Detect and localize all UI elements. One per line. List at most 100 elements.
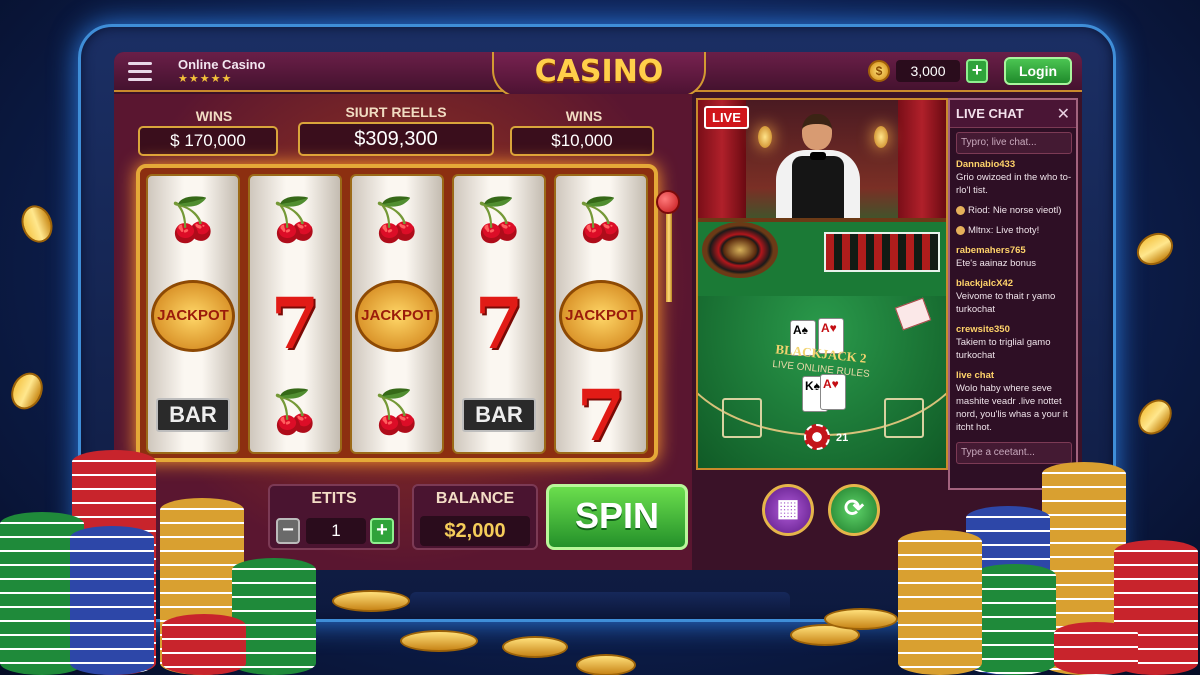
bar-symbol: BAR [454, 380, 544, 432]
floating-coin-icon [1131, 226, 1179, 272]
brand-name: Online Casino [178, 57, 266, 72]
chip-icon [804, 424, 830, 450]
coin-icon [400, 630, 478, 652]
cherry-icon: 🍒 [166, 196, 220, 243]
live-blackjack-stream[interactable]: A♠ A♥ BLACKJACK 2 LIVE ONLINE RULES K♠ A… [698, 296, 946, 468]
menu-icon[interactable] [128, 62, 152, 82]
roulette-wheel-icon [702, 222, 778, 278]
chat-username: live chat [956, 370, 995, 381]
chip-stack [70, 526, 154, 675]
balance-value: $2,000 [420, 516, 530, 546]
chip-stack [972, 564, 1056, 675]
table-games-button[interactable]: ▦ [762, 484, 814, 536]
login-button[interactable]: Login [1004, 57, 1072, 85]
page-title: CASINO [492, 52, 706, 98]
coin-icon [332, 590, 410, 612]
coin-icon [824, 608, 898, 630]
chat-search-input[interactable]: Typro; live chat... [956, 132, 1072, 154]
tablet-stand [410, 592, 790, 618]
live-badge: LIVE [704, 106, 749, 129]
cherry-icon: 🍒 [268, 196, 322, 243]
live-dealer-area: LIVE A♠ A♥ BLACKJACK 2 LIVE ONLINE RULES… [696, 98, 948, 470]
bet-value[interactable]: 1 [306, 518, 366, 544]
bar-label: BAR [156, 398, 230, 432]
wins-value-2: $10,000 [510, 126, 654, 156]
bets-label: ETITS [311, 490, 357, 507]
chat-text: Grio owizoed in the who to-rlo'l tist. [956, 172, 1072, 196]
chat-title: LIVE CHAT [956, 106, 1024, 121]
chat-message: Riod: Nie norse vieotl) [956, 204, 1074, 217]
chat-username: crewsite350 [956, 324, 1010, 335]
chip-stack [162, 614, 246, 675]
wins-label: WINS [195, 108, 233, 124]
lever-rod [666, 212, 672, 302]
bet-decrease-button[interactable]: − [276, 518, 300, 544]
chat-text: Riod: Nie norse vieotl) [968, 205, 1062, 216]
chat-username: blackjalcX42 [956, 278, 1014, 289]
refresh-icon: ⟳ [843, 495, 865, 522]
roulette-betting-grid [824, 232, 940, 272]
chat-header: LIVE CHAT ✕ [950, 100, 1076, 128]
lamp-icon [758, 126, 772, 148]
bar-symbol: BAR [148, 380, 238, 432]
chip-count: 21 [836, 432, 849, 444]
live-roulette-stream[interactable]: LIVE [698, 100, 946, 296]
player-card: A♥ [820, 374, 846, 410]
app-screen: Online Casino ★★★★★ $ 3,000 + Login CASI… [114, 52, 1082, 570]
bar-label: BAR [462, 398, 536, 432]
bet-box[interactable] [722, 398, 762, 438]
chat-text: Mltnx: Live thoty! [968, 225, 1040, 236]
chat-messages: Dannabio433 Grio owizoed in the who to-rl… [956, 158, 1074, 441]
cherry-icon: 🍒 [370, 196, 424, 243]
grid-icon: ▦ [776, 495, 800, 522]
wins-value: $ 170,000 [138, 126, 278, 156]
rating-stars: ★★★★★ [178, 73, 233, 85]
floating-coin-icon [5, 367, 49, 415]
reel: 🍒 7 🍒 [248, 174, 342, 454]
bowtie-icon [810, 152, 826, 160]
reel: 🍒 JACKPOT 7 [554, 174, 648, 457]
jackpot-symbol: JACKPOT [352, 280, 442, 360]
reels-label: SIURT REELLS [345, 104, 447, 120]
chat-text: Wolo haby where seve mashite veadr .live… [956, 383, 1068, 433]
bet-box[interactable] [884, 398, 924, 438]
wins-label-2: WINS [565, 108, 603, 124]
add-coins-button[interactable]: + [966, 59, 988, 83]
chat-username: Dannabio433 [956, 159, 1016, 170]
balance-label: BALANCE [435, 490, 515, 507]
chat-message: blackjalcX42 Veivome to thait r yamo turk… [956, 277, 1074, 316]
jackpot-label: JACKPOT [559, 280, 643, 352]
reel: 🍒 7 BAR [452, 174, 546, 454]
close-icon[interactable]: ✕ [1057, 104, 1070, 124]
cherry-icon: 🍒 [472, 196, 526, 243]
seven-symbol: 7 [576, 374, 626, 457]
refresh-button[interactable]: ⟳ [828, 484, 880, 536]
chat-text: Veivome to thait r yamo turkochat [956, 291, 1056, 315]
chat-message: live chat Wolo haby where seve mashite ve… [956, 369, 1074, 434]
chip-stack [898, 530, 982, 675]
avatar-icon [956, 225, 965, 235]
dealer-head [802, 114, 832, 150]
seven-symbol: 7 [474, 282, 524, 365]
coin-balance: 3,000 [896, 60, 960, 82]
floating-coin-icon [1131, 392, 1179, 442]
curtain-right [898, 100, 946, 220]
spin-lever[interactable] [656, 190, 680, 214]
spin-button[interactable]: SPIN [546, 484, 688, 550]
chat-text: Ete's aainaz bonus [956, 258, 1036, 269]
chat-message: Dannabio433 Grio owizoed in the who to-rl… [956, 158, 1074, 197]
coin-icon [576, 654, 636, 675]
live-chat-panel: LIVE CHAT ✕ Typro; live chat... Dannabio… [948, 98, 1078, 490]
coin-icon [502, 636, 568, 658]
reel: 🍒 JACKPOT 🍒 [350, 174, 444, 454]
bet-increase-button[interactable]: + [370, 518, 394, 544]
reel: 🍒 JACKPOT BAR [146, 174, 240, 454]
lamp-icon [874, 126, 888, 148]
reels-frame: 🍒 JACKPOT BAR 🍒 7 🍒 🍒 JACKPOT 🍒 🍒 7 BAR 🍒 JACKPOT 7 [136, 164, 658, 462]
floating-coin-icon [16, 201, 58, 247]
chat-message-input[interactable]: Type a ceetant... [956, 442, 1072, 464]
cherry-icon: 🍒 [574, 196, 628, 243]
avatar-icon [956, 205, 965, 215]
chat-message: Mltnx: Live thoty! [956, 224, 1074, 237]
seven-symbol: 7 [270, 282, 320, 365]
